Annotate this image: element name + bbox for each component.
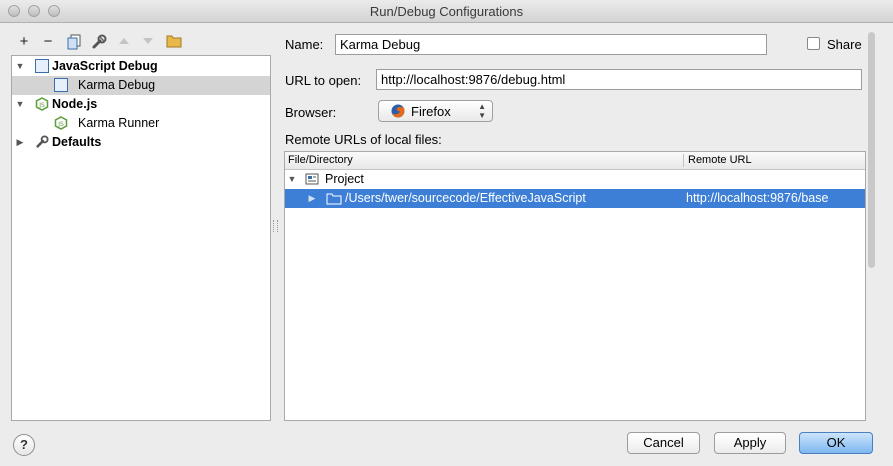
- browser-value: Firefox: [411, 104, 451, 119]
- tree-node-label: Defaults: [52, 135, 102, 149]
- tree-node-label: Karma Runner: [78, 116, 160, 130]
- move-up-icon[interactable]: [116, 34, 132, 50]
- remove-icon[interactable]: −: [40, 34, 56, 50]
- tree-node-nodejs[interactable]: ▼ JS Node.js: [12, 95, 270, 114]
- folder-icon: [326, 192, 342, 205]
- copy-icon[interactable]: [66, 34, 82, 50]
- remote-urls-table[interactable]: File/Directory Remote URL ▼ Project ▶ /U…: [284, 151, 866, 421]
- expand-arrow-icon[interactable]: ▶: [307, 189, 317, 208]
- expand-arrow-icon[interactable]: ▼: [15, 57, 25, 76]
- add-icon[interactable]: +: [16, 34, 32, 50]
- tree-node-javascript-debug[interactable]: ▼ JavaScript Debug: [12, 57, 270, 76]
- expand-arrow-icon[interactable]: ▶: [15, 133, 25, 152]
- splitter-handle[interactable]: [273, 220, 278, 232]
- column-header-remote-url[interactable]: Remote URL: [688, 152, 752, 169]
- tree-node-label: Node.js: [52, 97, 98, 111]
- title-bar: Run/Debug Configurations: [0, 0, 893, 23]
- share-checkbox[interactable]: [807, 37, 820, 50]
- expand-arrow-icon[interactable]: ▼: [287, 170, 297, 189]
- name-field[interactable]: Karma Debug: [335, 34, 767, 55]
- column-header-file-directory[interactable]: File/Directory: [288, 152, 353, 169]
- tree-node-label: Karma Debug: [78, 78, 156, 92]
- svg-text:JS: JS: [38, 102, 45, 109]
- project-icon: [305, 172, 319, 186]
- javascript-debug-icon: [35, 59, 49, 73]
- move-down-icon[interactable]: [140, 34, 156, 50]
- svg-text:JS: JS: [57, 121, 64, 128]
- nodejs-icon: JS: [35, 97, 49, 111]
- table-header: File/Directory Remote URL: [285, 152, 865, 170]
- window-title: Run/Debug Configurations: [369, 4, 524, 19]
- firefox-icon: [391, 104, 405, 118]
- table-row[interactable]: ▼ Project: [285, 170, 865, 189]
- cancel-button[interactable]: Cancel: [627, 432, 700, 454]
- tree-node-karma-debug[interactable]: Karma Debug: [12, 76, 270, 95]
- help-button[interactable]: ?: [13, 434, 35, 456]
- tree-node-defaults[interactable]: ▶ Defaults: [12, 133, 270, 152]
- table-row[interactable]: ▶ /Users/twer/sourcecode/EffectiveJavaSc…: [285, 189, 865, 208]
- row-remote-url[interactable]: http://localhost:9876/base: [686, 189, 828, 208]
- configuration-tree[interactable]: ▼ JavaScript Debug Karma Debug ▼ JS Node…: [11, 55, 271, 421]
- browser-select[interactable]: Firefox ▲ ▼: [378, 100, 493, 122]
- row-path: Project: [325, 172, 364, 186]
- remote-urls-label: Remote URLs of local files:: [285, 132, 442, 147]
- apply-button[interactable]: Apply: [714, 432, 786, 454]
- scrollbar-thumb[interactable]: [868, 32, 875, 268]
- tree-node-label: JavaScript Debug: [52, 59, 158, 73]
- tree-node-karma-runner[interactable]: JS Karma Runner: [12, 114, 270, 133]
- folder-icon[interactable]: [166, 34, 182, 50]
- url-label: URL to open:: [285, 73, 362, 88]
- nodejs-icon: JS: [54, 116, 68, 130]
- browser-label: Browser:: [285, 105, 337, 120]
- ok-button[interactable]: OK: [799, 432, 873, 454]
- name-label: Name:: [285, 37, 324, 52]
- share-label: Share: [827, 37, 862, 52]
- column-divider[interactable]: [683, 154, 684, 167]
- karma-debug-icon: [54, 78, 68, 92]
- row-path: /Users/twer/sourcecode/EffectiveJavaScri…: [345, 191, 586, 205]
- wrench-icon[interactable]: [91, 34, 107, 50]
- run-debug-configurations-window: Run/Debug Configurations + − ▼ JavaScrip…: [0, 0, 893, 466]
- stepper-arrows-icon: ▲ ▼: [478, 102, 486, 120]
- wrench-icon: [35, 135, 49, 149]
- expand-arrow-icon[interactable]: ▼: [15, 95, 25, 114]
- url-field[interactable]: http://localhost:9876/debug.html: [376, 69, 862, 90]
- vertical-scrollbar[interactable]: [866, 32, 877, 424]
